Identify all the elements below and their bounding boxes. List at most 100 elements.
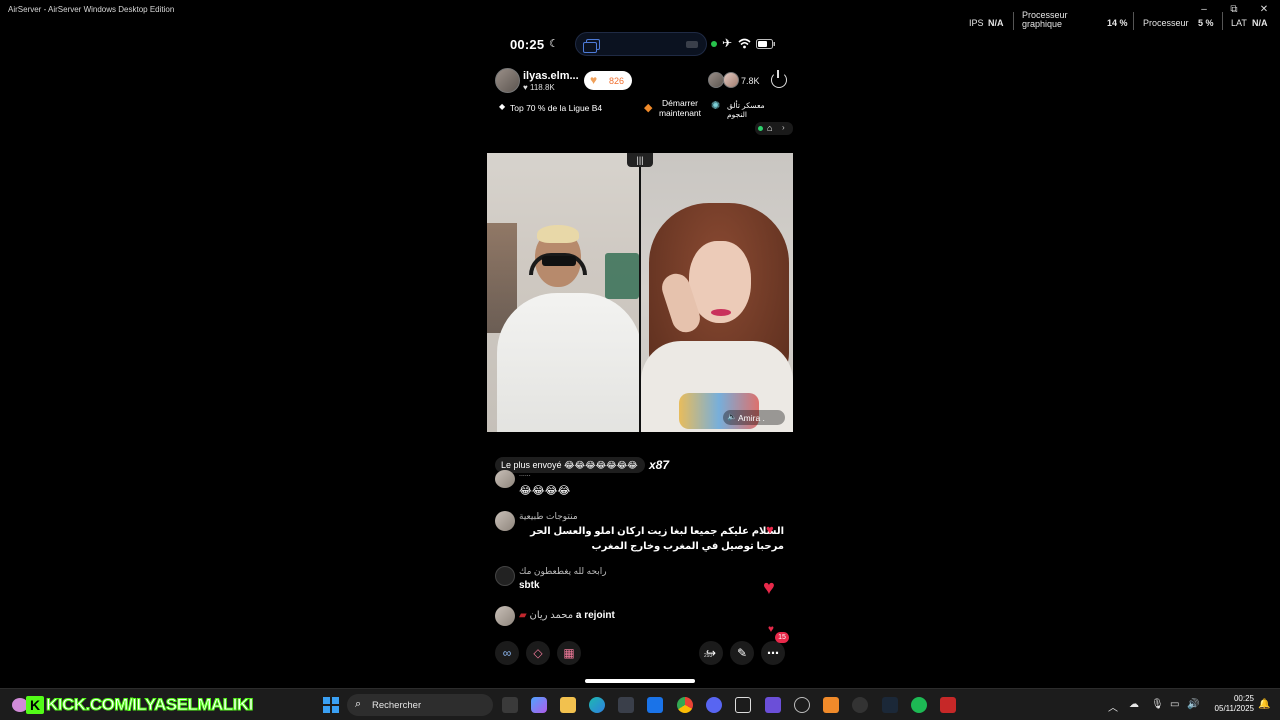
- window-title-bar: AirServer - AirServer Windows Desktop Ed…: [0, 0, 1280, 21]
- viewer-count[interactable]: 7.8K: [741, 76, 760, 86]
- volume-icon[interactable]: 🔊: [1187, 699, 1199, 710]
- perf-divider: [1222, 12, 1223, 30]
- tray-chevron-up-icon[interactable]: ︿: [1108, 699, 1118, 714]
- island-tag: [686, 41, 698, 48]
- app-dark-icon[interactable]: [852, 697, 868, 713]
- gpu-label-line2: graphique: [1022, 19, 1063, 29]
- comment-avatar[interactable]: [495, 511, 515, 531]
- screen-mirror-icon-back: [583, 42, 597, 53]
- host-likes: ♥ 118.8K: [523, 83, 555, 92]
- heart-coin-icon: ♥: [590, 73, 598, 87]
- phone-clock: 00:25: [510, 37, 545, 52]
- mini-controls[interactable]: ⌂ ›: [755, 122, 793, 135]
- obs-icon[interactable]: [794, 697, 810, 713]
- guest-lips: [711, 309, 731, 316]
- outlook-icon[interactable]: [647, 697, 663, 713]
- viewer-avatar[interactable]: [708, 72, 724, 88]
- more-icon[interactable]: ⋯: [761, 641, 785, 665]
- start-now-text: Démarrer maintenant: [657, 98, 703, 118]
- flame-icon: ◆: [644, 102, 653, 114]
- league-rank-chip[interactable]: ◆ Top 70 % de la Ligue B4: [495, 101, 615, 115]
- mic-indicator-dot: [711, 41, 717, 47]
- copilot-icon[interactable]: [531, 697, 547, 713]
- moon-icon: ☾: [549, 38, 559, 50]
- edge-icon[interactable]: [589, 697, 605, 713]
- search-placeholder: Rechercher: [372, 700, 422, 711]
- windows-start-icon[interactable]: [323, 697, 339, 713]
- steam-icon[interactable]: [882, 697, 898, 713]
- window-title: AirServer - AirServer Windows Desktop Ed…: [8, 5, 175, 14]
- burst-icon: ✺: [711, 100, 721, 112]
- comment-username: ......: [519, 471, 531, 478]
- store-icon[interactable]: [618, 697, 634, 713]
- spotify-icon[interactable]: [911, 697, 927, 713]
- power-icon[interactable]: [771, 70, 787, 88]
- minimize-button[interactable]: –: [1195, 3, 1213, 17]
- viewer-avatar[interactable]: [723, 72, 739, 88]
- cpu-value: 5 %: [1198, 18, 1214, 28]
- sunglasses: [542, 256, 576, 266]
- grid-icon[interactable]: ▦: [557, 641, 581, 665]
- dynamic-island[interactable]: [575, 32, 707, 56]
- guest-name: Amira .: [738, 413, 765, 423]
- star-camp-chip[interactable]: ✺ معسكر تألق النجوم: [711, 99, 786, 119]
- home-icon: ⌂: [767, 123, 773, 133]
- chrome-icon[interactable]: [677, 697, 693, 713]
- star-camp-text: معسكر تألق النجوم: [727, 101, 765, 119]
- coins-count: 826: [609, 76, 625, 86]
- taskbar-date: 05/11/2025: [1214, 704, 1254, 713]
- comment-avatar[interactable]: [495, 470, 515, 488]
- notification-bell-icon[interactable]: 🔔: [1258, 699, 1270, 710]
- cpu-label: Processeur: [1143, 18, 1189, 28]
- app-icon[interactable]: [706, 697, 722, 713]
- restore-button[interactable]: ⧉: [1225, 3, 1243, 17]
- cloud-icon[interactable]: ☁: [1129, 699, 1139, 710]
- taskbar-clock[interactable]: 00:25 05/11/2025: [1206, 694, 1254, 714]
- floating-heart-icon: ♥: [766, 522, 774, 537]
- link-icon[interactable]: ∞: [495, 641, 519, 665]
- guest-name-pill[interactable]: 🔈 Amira .: [723, 410, 785, 425]
- host-likes-value: 118.8K: [529, 83, 555, 92]
- video-divider: [639, 153, 641, 432]
- gift-multiplier: x87: [649, 458, 670, 472]
- game-controller-icon[interactable]: [765, 697, 781, 713]
- league-rank-text: Top 70 % de la Ligue B4: [510, 103, 603, 113]
- home-indicator[interactable]: [585, 679, 695, 683]
- join-avatar[interactable]: [495, 606, 515, 626]
- close-button[interactable]: ✕: [1255, 3, 1273, 17]
- host-video[interactable]: [487, 153, 639, 432]
- diamond-icon: ◆: [499, 102, 506, 111]
- flag-icon: ▰: [519, 610, 527, 621]
- host-avatar[interactable]: [495, 68, 520, 93]
- window-app-icon[interactable]: [735, 697, 751, 713]
- network-icon[interactable]: ▭: [1170, 699, 1179, 710]
- ips-label: IPS: [969, 18, 984, 28]
- file-explorer-icon[interactable]: [560, 697, 576, 713]
- ips-value: N/A: [988, 18, 1004, 28]
- host-body: [497, 293, 639, 432]
- comment-text: sbtk: [519, 580, 540, 591]
- start-now-chip[interactable]: ◆ Démarrer maintenant: [644, 98, 706, 118]
- coins-pill[interactable]: ♥ 826: [584, 71, 632, 90]
- windows-taskbar: K KICK.COM/ILYASELMALIKI ⌕ Rechercher ︿ …: [0, 688, 1280, 720]
- comment-avatar[interactable]: [495, 566, 515, 586]
- live-dot-icon: [758, 126, 763, 131]
- join-notice: ▰ محمد ريان a rejoint: [519, 610, 615, 621]
- host-username[interactable]: ilyas.elm...: [523, 70, 579, 82]
- taskbar-search[interactable]: ⌕ Rechercher: [347, 694, 493, 716]
- edit-icon[interactable]: ✎: [730, 641, 754, 665]
- guest-video[interactable]: 🔈 Amira .: [641, 153, 793, 432]
- lat-value: N/A: [1252, 18, 1268, 28]
- app-a-icon[interactable]: [823, 697, 839, 713]
- microphone-icon[interactable]: 🎙: [1151, 699, 1164, 710]
- task-view-icon[interactable]: [502, 697, 518, 713]
- comment-username: منتوجات طبيعية: [519, 511, 578, 521]
- floating-heart-icon: ♥: [763, 577, 775, 599]
- taskbar-time: 00:25: [1233, 694, 1254, 703]
- perf-divider: [1013, 12, 1014, 30]
- match-icon[interactable]: ◇: [526, 641, 550, 665]
- kick-overlay: K KICK.COM/ILYASELMALIKI: [12, 694, 254, 716]
- perf-divider: [1133, 12, 1134, 30]
- recorder-icon[interactable]: [940, 697, 956, 713]
- split-handle[interactable]: |||: [627, 153, 653, 167]
